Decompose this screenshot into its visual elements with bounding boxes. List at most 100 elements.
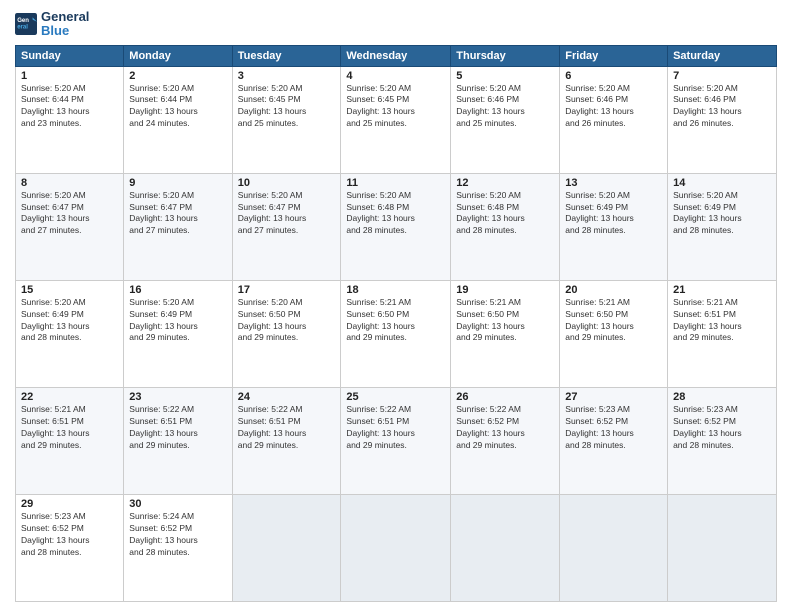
table-row: 17Sunrise: 5:20 AM Sunset: 6:50 PM Dayli… xyxy=(232,280,341,387)
day-number: 11 xyxy=(346,177,445,189)
day-number: 24 xyxy=(238,391,336,403)
day-detail: Sunrise: 5:22 AM Sunset: 6:52 PM Dayligh… xyxy=(456,404,554,452)
day-detail: Sunrise: 5:22 AM Sunset: 6:51 PM Dayligh… xyxy=(238,404,336,452)
table-row: 28Sunrise: 5:23 AM Sunset: 6:52 PM Dayli… xyxy=(668,387,777,494)
table-row: 1Sunrise: 5:20 AM Sunset: 6:44 PM Daylig… xyxy=(16,66,124,173)
day-detail: Sunrise: 5:21 AM Sunset: 6:50 PM Dayligh… xyxy=(565,297,662,345)
week-row-2: 8Sunrise: 5:20 AM Sunset: 6:47 PM Daylig… xyxy=(16,173,777,280)
logo-text: General Blue xyxy=(41,10,89,39)
day-detail: Sunrise: 5:21 AM Sunset: 6:50 PM Dayligh… xyxy=(456,297,554,345)
day-detail: Sunrise: 5:20 AM Sunset: 6:47 PM Dayligh… xyxy=(21,190,118,238)
day-number: 3 xyxy=(238,70,336,82)
day-number: 18 xyxy=(346,284,445,296)
day-detail: Sunrise: 5:20 AM Sunset: 6:49 PM Dayligh… xyxy=(565,190,662,238)
table-row xyxy=(668,494,777,601)
day-number: 9 xyxy=(129,177,226,189)
day-number: 13 xyxy=(565,177,662,189)
table-row: 26Sunrise: 5:22 AM Sunset: 6:52 PM Dayli… xyxy=(451,387,560,494)
week-row-5: 29Sunrise: 5:23 AM Sunset: 6:52 PM Dayli… xyxy=(16,494,777,601)
day-detail: Sunrise: 5:20 AM Sunset: 6:48 PM Dayligh… xyxy=(346,190,445,238)
day-number: 6 xyxy=(565,70,662,82)
day-detail: Sunrise: 5:20 AM Sunset: 6:45 PM Dayligh… xyxy=(238,83,336,131)
day-number: 4 xyxy=(346,70,445,82)
table-row: 15Sunrise: 5:20 AM Sunset: 6:49 PM Dayli… xyxy=(16,280,124,387)
day-detail: Sunrise: 5:20 AM Sunset: 6:46 PM Dayligh… xyxy=(565,83,662,131)
col-thursday: Thursday xyxy=(451,45,560,66)
day-number: 17 xyxy=(238,284,336,296)
table-row: 4Sunrise: 5:20 AM Sunset: 6:45 PM Daylig… xyxy=(341,66,451,173)
table-row: 18Sunrise: 5:21 AM Sunset: 6:50 PM Dayli… xyxy=(341,280,451,387)
table-row: 21Sunrise: 5:21 AM Sunset: 6:51 PM Dayli… xyxy=(668,280,777,387)
day-number: 23 xyxy=(129,391,226,403)
table-row xyxy=(232,494,341,601)
day-number: 20 xyxy=(565,284,662,296)
table-row xyxy=(451,494,560,601)
table-row: 22Sunrise: 5:21 AM Sunset: 6:51 PM Dayli… xyxy=(16,387,124,494)
day-number: 21 xyxy=(673,284,771,296)
logo-icon: Gen eral xyxy=(15,13,37,35)
day-number: 30 xyxy=(129,498,226,510)
day-detail: Sunrise: 5:20 AM Sunset: 6:46 PM Dayligh… xyxy=(673,83,771,131)
day-detail: Sunrise: 5:22 AM Sunset: 6:51 PM Dayligh… xyxy=(129,404,226,452)
day-detail: Sunrise: 5:23 AM Sunset: 6:52 PM Dayligh… xyxy=(21,511,118,559)
calendar-table: Sunday Monday Tuesday Wednesday Thursday… xyxy=(15,45,777,602)
table-row: 2Sunrise: 5:20 AM Sunset: 6:44 PM Daylig… xyxy=(124,66,232,173)
header-row: Sunday Monday Tuesday Wednesday Thursday… xyxy=(16,45,777,66)
day-detail: Sunrise: 5:20 AM Sunset: 6:45 PM Dayligh… xyxy=(346,83,445,131)
day-number: 12 xyxy=(456,177,554,189)
table-row: 20Sunrise: 5:21 AM Sunset: 6:50 PM Dayli… xyxy=(560,280,668,387)
header: Gen eral General Blue xyxy=(15,10,777,39)
col-saturday: Saturday xyxy=(668,45,777,66)
table-row: 23Sunrise: 5:22 AM Sunset: 6:51 PM Dayli… xyxy=(124,387,232,494)
day-number: 8 xyxy=(21,177,118,189)
day-detail: Sunrise: 5:21 AM Sunset: 6:51 PM Dayligh… xyxy=(673,297,771,345)
day-number: 25 xyxy=(346,391,445,403)
week-row-3: 15 Sunrise: 5:20 AM Sunset: 6:49 PM Dayli… xyxy=(16,280,777,387)
table-row: 3Sunrise: 5:20 AM Sunset: 6:45 PM Daylig… xyxy=(232,66,341,173)
day-number: 16 xyxy=(129,284,226,296)
table-row: 5Sunrise: 5:20 AM Sunset: 6:46 PM Daylig… xyxy=(451,66,560,173)
day-number: 22 xyxy=(21,391,118,403)
table-row: 30Sunrise: 5:24 AM Sunset: 6:52 PM Dayli… xyxy=(124,494,232,601)
day-number: 26 xyxy=(456,391,554,403)
day-detail: Sunrise: 5:20 AM Sunset: 6:49 PM Dayligh… xyxy=(129,297,226,345)
day-number: 1 xyxy=(21,70,118,82)
day-detail: Sunrise: 5:20 AM Sunset: 6:49 PM Dayligh… xyxy=(673,190,771,238)
col-sunday: Sunday xyxy=(16,45,124,66)
day-number: 15 xyxy=(21,284,118,296)
col-monday: Monday xyxy=(124,45,232,66)
table-row: 12Sunrise: 5:20 AM Sunset: 6:48 PM Dayli… xyxy=(451,173,560,280)
day-detail: Sunrise: 5:21 AM Sunset: 6:51 PM Dayligh… xyxy=(21,404,118,452)
day-detail: Sunrise: 5:24 AM Sunset: 6:52 PM Dayligh… xyxy=(129,511,226,559)
day-detail: Sunrise: 5:20 AM Sunset: 6:44 PM Dayligh… xyxy=(21,83,118,131)
table-row: 7Sunrise: 5:20 AM Sunset: 6:46 PM Daylig… xyxy=(668,66,777,173)
day-detail: Sunrise: 5:21 AM Sunset: 6:50 PM Dayligh… xyxy=(346,297,445,345)
day-detail: Sunrise: 5:23 AM Sunset: 6:52 PM Dayligh… xyxy=(673,404,771,452)
table-row: 10Sunrise: 5:20 AM Sunset: 6:47 PM Dayli… xyxy=(232,173,341,280)
day-number: 28 xyxy=(673,391,771,403)
col-tuesday: Tuesday xyxy=(232,45,341,66)
table-row: 11Sunrise: 5:20 AM Sunset: 6:48 PM Dayli… xyxy=(341,173,451,280)
day-number: 7 xyxy=(673,70,771,82)
table-row: 25Sunrise: 5:22 AM Sunset: 6:51 PM Dayli… xyxy=(341,387,451,494)
week-row-1: 1Sunrise: 5:20 AM Sunset: 6:44 PM Daylig… xyxy=(16,66,777,173)
table-row xyxy=(560,494,668,601)
day-detail: Sunrise: 5:23 AM Sunset: 6:52 PM Dayligh… xyxy=(565,404,662,452)
day-number: 19 xyxy=(456,284,554,296)
day-detail: Sunrise: 5:22 AM Sunset: 6:51 PM Dayligh… xyxy=(346,404,445,452)
table-row: 8Sunrise: 5:20 AM Sunset: 6:47 PM Daylig… xyxy=(16,173,124,280)
day-detail: Sunrise: 5:20 AM Sunset: 6:50 PM Dayligh… xyxy=(238,297,336,345)
week-row-4: 22Sunrise: 5:21 AM Sunset: 6:51 PM Dayli… xyxy=(16,387,777,494)
table-row: 14Sunrise: 5:20 AM Sunset: 6:49 PM Dayli… xyxy=(668,173,777,280)
svg-text:Gen: Gen xyxy=(17,18,29,24)
day-detail: Sunrise: 5:20 AM Sunset: 6:48 PM Dayligh… xyxy=(456,190,554,238)
table-row: 19Sunrise: 5:21 AM Sunset: 6:50 PM Dayli… xyxy=(451,280,560,387)
day-detail: Sunrise: 5:20 AM Sunset: 6:47 PM Dayligh… xyxy=(129,190,226,238)
table-row: 13Sunrise: 5:20 AM Sunset: 6:49 PM Dayli… xyxy=(560,173,668,280)
table-row: 29Sunrise: 5:23 AM Sunset: 6:52 PM Dayli… xyxy=(16,494,124,601)
table-row: 6Sunrise: 5:20 AM Sunset: 6:46 PM Daylig… xyxy=(560,66,668,173)
logo: Gen eral General Blue xyxy=(15,10,89,39)
table-row: 27Sunrise: 5:23 AM Sunset: 6:52 PM Dayli… xyxy=(560,387,668,494)
day-detail: Sunrise: 5:20 AM Sunset: 6:46 PM Dayligh… xyxy=(456,83,554,131)
day-number: 27 xyxy=(565,391,662,403)
